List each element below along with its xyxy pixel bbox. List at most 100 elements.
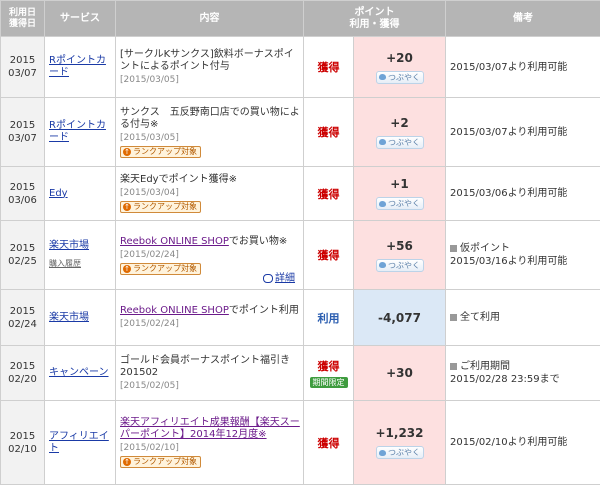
- content-cell: ゴールド会員ボーナスポイント福引き201502 [2015/02/05]: [115, 345, 304, 401]
- date-cell: 2015 02/25: [0, 220, 45, 290]
- content-text: でお買い物※: [228, 235, 288, 247]
- shop-link[interactable]: Reebok ONLINE SHOP: [120, 236, 229, 247]
- service-cell: 楽天市場 購入履歴: [44, 220, 116, 290]
- arrow-up-icon: ↑: [123, 264, 131, 273]
- type-cell: 獲得: [303, 400, 354, 485]
- rankup-badge[interactable]: ↑ ランクアップ対象: [120, 456, 201, 468]
- date-cell: 2015 03/07: [0, 97, 45, 167]
- service-cell: 楽天市場: [44, 289, 116, 346]
- bird-icon: [379, 74, 386, 80]
- type-label: 獲得: [317, 126, 340, 139]
- type-label: 獲得: [317, 360, 340, 373]
- table-row: 2015 02/10 アフィリエイト 楽天アフィリエイト成果報酬【楽天スーパーポイ…: [0, 400, 600, 485]
- rankup-badge[interactable]: ↑ ランクアップ対象: [120, 262, 201, 275]
- content-date: [2015/02/10]: [120, 443, 179, 453]
- rankup-label: ランクアップ対象: [133, 457, 197, 466]
- type-label: 獲得: [317, 249, 340, 262]
- note-cell: 2015/02/10より利用可能: [445, 400, 600, 485]
- speech-bubble-icon: [263, 273, 273, 283]
- points-cell: +56 つぶやく: [353, 220, 446, 290]
- type-label: 利用: [317, 311, 340, 325]
- type-cell: 獲得: [303, 36, 354, 98]
- points-cell: +20 つぶやく: [353, 36, 446, 98]
- points-cell: +1 つぶやく: [353, 166, 446, 221]
- service-link[interactable]: アフィリエイト: [49, 431, 109, 454]
- date-md: 03/07: [8, 68, 37, 79]
- type-cell: 獲得: [303, 166, 354, 221]
- table-row: 2015 02/24 楽天市場 Reebok ONLINE SHOPでポイント利用…: [0, 289, 600, 346]
- service-link[interactable]: Rポイントカード: [49, 55, 106, 78]
- bullet-square-icon: [450, 313, 457, 321]
- date-year: 2015: [9, 305, 36, 317]
- table-row: 2015 03/07 Rポイントカード [サークルKサンクス]飲料ボーナスポイント…: [0, 36, 600, 98]
- date-year: 2015: [9, 243, 36, 254]
- table-row: 2015 03/06 Edy 楽天Edyでポイント獲得※ [2015/03/04]…: [0, 166, 600, 221]
- bird-icon: [379, 262, 386, 268]
- note-text: 2015/02/10より利用可能: [450, 437, 568, 448]
- note-text: 2015/03/07より利用可能: [450, 61, 568, 73]
- tweet-label: つぶやく: [388, 260, 420, 270]
- content-text: ゴールド会員ボーナスポイント福引き201502: [120, 354, 290, 378]
- note-text: 2015/03/07より利用可能: [450, 126, 568, 138]
- service-link[interactable]: Edy: [49, 188, 68, 199]
- points-value: -4,077: [378, 310, 421, 325]
- service-cell: アフィリエイト: [44, 400, 116, 485]
- content-date: [2015/03/04]: [120, 188, 179, 198]
- type-cell: 獲得: [303, 97, 354, 167]
- arrow-up-icon: ↑: [123, 203, 131, 211]
- tweet-button[interactable]: つぶやく: [375, 135, 424, 149]
- rankup-badge[interactable]: ↑ ランクアップ対象: [120, 145, 201, 158]
- type-cell: 利用: [303, 289, 354, 346]
- tweet-button[interactable]: つぶやく: [375, 197, 424, 210]
- content-cell: Reebok ONLINE SHOPでポイント利用 [2015/02/24]: [115, 289, 304, 346]
- rankup-label: ランクアップ対象: [133, 202, 197, 211]
- tweet-label: つぶやく: [388, 199, 420, 208]
- detail-link[interactable]: 詳細: [263, 273, 295, 285]
- content-cell: [サークルKサンクス]飲料ボーナスポイントによるポイント付与 [2015/03/…: [115, 36, 304, 98]
- rankup-label: ランクアップ対象: [133, 263, 197, 273]
- service-link[interactable]: キャンペーン: [49, 367, 109, 378]
- points-cell: +30: [353, 345, 446, 401]
- note-text: 2015/03/06より利用可能: [450, 188, 568, 199]
- table-row: 2015 03/07 Rポイントカード サンクス 五反野南口店での買い物による付与…: [0, 97, 600, 167]
- content-link[interactable]: 楽天アフィリエイト成果報酬【楽天スーパーポイント】2014年12月度※: [120, 417, 300, 440]
- point-history-table: 利用日 獲得日 サービス 内容 ポイント 利用・獲得 備考 2015 03/07 Rポ…: [0, 0, 600, 485]
- service-cell: Edy: [44, 166, 116, 221]
- content-date: [2015/02/24]: [120, 319, 179, 329]
- date-year: 2015: [9, 430, 36, 442]
- date-md: 02/20: [8, 374, 37, 385]
- points-value: +20: [386, 50, 413, 65]
- bird-icon: [379, 449, 386, 456]
- purchase-history-link[interactable]: 購入履歴: [49, 258, 115, 270]
- points-value: +2: [390, 115, 409, 130]
- points-value: +1: [390, 177, 409, 191]
- header-date: 利用日 獲得日: [0, 0, 45, 37]
- shop-link[interactable]: Reebok ONLINE SHOP: [120, 305, 229, 316]
- content-date: [2015/02/24]: [120, 249, 179, 260]
- tweet-button[interactable]: つぶやく: [375, 258, 424, 272]
- rankup-badge[interactable]: ↑ ランクアップ対象: [120, 201, 201, 213]
- tweet-button[interactable]: つぶやく: [375, 446, 424, 459]
- note-text-2: 2015/02/28 23:59まで: [450, 374, 560, 385]
- content-date: [2015/03/05]: [120, 74, 179, 85]
- note-cell: 2015/03/07より利用可能: [445, 97, 600, 167]
- service-cell: Rポイントカード: [44, 97, 116, 167]
- points-cell: +1,232 つぶやく: [353, 400, 446, 485]
- header-service: サービス: [44, 0, 116, 37]
- service-link[interactable]: 楽天市場: [49, 240, 89, 251]
- content-cell: 楽天アフィリエイト成果報酬【楽天スーパーポイント】2014年12月度※ [201…: [115, 400, 304, 485]
- service-cell: Rポイントカード: [44, 36, 116, 98]
- note-text: ご利用期間: [460, 361, 510, 372]
- content-text: サンクス 五反野南口店での買い物による付与※: [120, 106, 300, 130]
- tweet-button[interactable]: つぶやく: [375, 70, 424, 84]
- content-cell: Reebok ONLINE SHOPでお買い物※ [2015/02/24] ↑ ラ…: [115, 220, 304, 290]
- date-md: 02/24: [8, 318, 37, 330]
- limited-badge: 期間限定: [309, 377, 348, 388]
- date-md: 03/07: [8, 133, 37, 144]
- type-cell: 獲得: [303, 220, 354, 290]
- service-link[interactable]: 楽天市場: [49, 312, 89, 323]
- date-year: 2015: [9, 55, 36, 66]
- date-md: 02/10: [8, 443, 37, 455]
- service-link[interactable]: Rポイントカード: [49, 120, 106, 143]
- table-row: 2015 02/25 楽天市場 購入履歴 Reebok ONLINE SHOPでお…: [0, 220, 600, 290]
